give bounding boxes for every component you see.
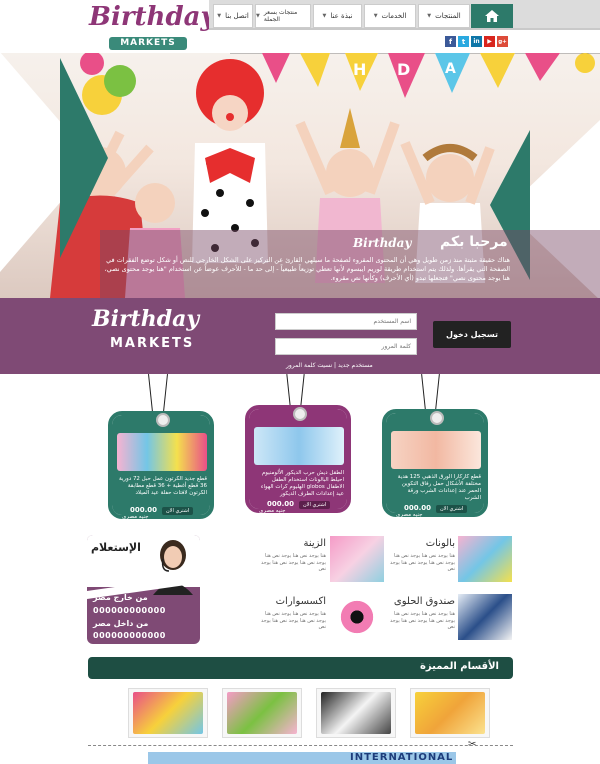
featured-item-image xyxy=(415,692,485,734)
category-title-balloons[interactable]: بالونات xyxy=(390,538,455,549)
welcome-text: هناك حقيقة مثبتة منذ زمن طويل وهي أن الم… xyxy=(104,256,510,282)
product-currency: جنيه مصري xyxy=(259,508,286,514)
category-image-balloons[interactable] xyxy=(458,536,512,582)
nav-about[interactable]: ▼ نبذة عنا xyxy=(313,4,362,28)
buy-now-button[interactable]: اشتري الان xyxy=(436,505,468,513)
scissors-icon: ✂ xyxy=(468,739,477,750)
featured-item[interactable] xyxy=(410,688,490,738)
buy-now-button[interactable]: اشتري الان xyxy=(299,501,331,509)
tag-hole xyxy=(156,413,170,427)
welcome-logo: Birthday xyxy=(353,236,412,250)
linkedin-icon[interactable]: in xyxy=(471,36,482,47)
section-divider xyxy=(88,745,513,746)
logo-subtitle: MARKETS xyxy=(109,37,187,50)
product-price: 000.00 xyxy=(130,506,158,514)
svg-text:H: H xyxy=(353,60,366,79)
chevron-down-icon: ▼ xyxy=(217,13,222,19)
site-logo[interactable]: Birthday MARKETS xyxy=(85,2,216,52)
login-logo-wordmark: Birthday xyxy=(92,306,200,332)
category-image-accessories[interactable] xyxy=(330,594,384,640)
svg-text:A: A xyxy=(445,61,456,77)
tag-string xyxy=(286,374,291,406)
product-description: قطع جديد الكرتون عمل حبل 72 دورية 36 قطع… xyxy=(118,476,207,496)
google-plus-icon[interactable]: g+ xyxy=(497,36,508,47)
product-description: قطع كاركارا الورق الذهبي 125 هدية مختلفة… xyxy=(397,474,481,501)
tag-string xyxy=(163,374,168,412)
product-tag[interactable]: قطع جديد الكرتون عمل حبل 72 دورية 36 قطع… xyxy=(108,411,214,520)
featured-item-image xyxy=(227,692,297,734)
support-phone-abroad[interactable]: 000000000000 xyxy=(93,606,166,615)
tag-string xyxy=(421,374,426,410)
nav-wholesale[interactable]: ▼ منتجات بسعر الجملة xyxy=(255,4,311,28)
category-text: هنا يوجد نص هنا يوجد نص هنا يوجد نص هنا … xyxy=(390,611,455,630)
home-button[interactable] xyxy=(471,4,513,28)
featured-item-image xyxy=(321,692,391,734)
product-price: 000.00 xyxy=(267,500,295,508)
main-navigation: ▼ المنتجات ▼ الخدمات ▼ نبذة عنا ▼ منتجات… xyxy=(209,0,600,30)
login-links[interactable]: مستخدم جديد | نسيت كلمة المرور xyxy=(286,362,373,369)
nav-products[interactable]: ▼ المنتجات xyxy=(418,4,470,28)
buy-now-button[interactable]: اشتري الان xyxy=(162,507,194,515)
logo-wordmark: Birthday xyxy=(89,2,216,32)
category-text: هنا يوجد نص هنا يوجد نص هنا يوجد نص هنا … xyxy=(261,611,326,630)
tag-string xyxy=(300,374,305,406)
welcome-title: مرحبا بكم xyxy=(440,234,508,250)
product-tag[interactable]: قطع كاركارا الورق الذهبي 125 هدية مختلفة… xyxy=(382,409,488,518)
nav-contact[interactable]: ▼ اتصل بنا xyxy=(213,4,253,28)
category-image-candy-box[interactable] xyxy=(458,594,512,640)
bottom-banner-text: INTERNATIONAL xyxy=(350,752,454,763)
tag-string xyxy=(435,374,440,410)
svg-text:D: D xyxy=(397,60,410,79)
username-input[interactable] xyxy=(275,313,417,330)
category-text: هنا يوجد نص هنا يوجد نص هنا يوجد نص هنا … xyxy=(390,553,455,572)
product-tag[interactable]: الطقل ديش حرب الديكور الألومنيوم احيلط ا… xyxy=(245,405,351,514)
product-currency: جنيه مصري xyxy=(396,512,423,518)
support-phone-local[interactable]: 000000000000 xyxy=(93,631,166,640)
tag-hole xyxy=(293,407,307,421)
tag-hole xyxy=(430,411,444,425)
password-input[interactable] xyxy=(275,338,417,355)
featured-title: الأقسام المميزة xyxy=(420,661,499,672)
tag-string xyxy=(148,374,153,412)
home-icon xyxy=(485,10,499,22)
chevron-down-icon: ▼ xyxy=(427,13,432,19)
featured-item[interactable] xyxy=(128,688,208,738)
youtube-icon[interactable]: ▶ xyxy=(484,36,495,47)
support-title: الإستعلام xyxy=(91,541,141,554)
category-image-decorations[interactable] xyxy=(330,536,384,582)
support-line-abroad: من خارج مصر xyxy=(93,593,148,602)
nav-services[interactable]: ▼ الخدمات xyxy=(364,4,416,28)
category-title-decorations[interactable]: الزينة xyxy=(258,538,326,549)
support-box: الإستعلام من خارج مصر 000000000000 من دا… xyxy=(87,535,200,644)
chevron-down-icon: ▼ xyxy=(322,13,327,19)
category-text: هنا يوجد نص هنا يوجد نص هنا يوجد نص هنا … xyxy=(261,553,326,572)
product-image xyxy=(254,427,344,465)
featured-item[interactable] xyxy=(316,688,396,738)
chevron-down-icon: ▼ xyxy=(256,13,260,19)
login-button[interactable]: تسجيل دخول xyxy=(433,321,511,348)
featured-item-image xyxy=(133,692,203,734)
support-line-local: من داخل مصر xyxy=(93,619,149,628)
product-description: الطقل ديش حرب الديكور الألومنيوم احيلط ا… xyxy=(260,470,344,497)
category-title-accessories[interactable]: اكسسوارات xyxy=(258,596,326,607)
product-image xyxy=(391,431,481,469)
twitter-icon[interactable]: t xyxy=(458,36,469,47)
product-image xyxy=(117,433,207,471)
category-title-candy-box[interactable]: صندوق الحلوى xyxy=(390,596,455,607)
chevron-down-icon: ▼ xyxy=(373,13,378,19)
product-currency: جنيه مصري xyxy=(122,514,149,520)
product-price: 000.00 xyxy=(404,504,432,512)
facebook-icon[interactable]: f xyxy=(445,36,456,47)
login-logo-subtitle: MARKETS xyxy=(110,336,195,351)
featured-item[interactable] xyxy=(222,688,302,738)
social-links: f t in ▶ g+ xyxy=(445,36,508,49)
hero-left-accent xyxy=(60,58,108,258)
